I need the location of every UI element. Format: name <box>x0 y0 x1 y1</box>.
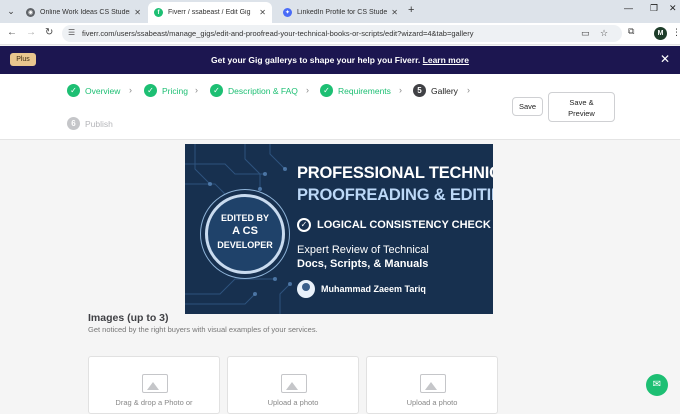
chrome-icon: ◉ <box>26 8 35 17</box>
maximize-icon[interactable]: ❐ <box>650 3 658 14</box>
more-menu-icon[interactable]: ⋮ <box>672 27 680 38</box>
person-icon <box>297 280 315 298</box>
step-gallery[interactable]: 5 Gallery <box>413 84 458 97</box>
tab-label: Fiverr / ssabeast / Edit Gig <box>168 9 251 16</box>
minimize-icon[interactable]: — <box>624 3 633 13</box>
banner-text: Get your Gig gallerys to shape your help… <box>211 55 423 65</box>
drop-zone-label: Upload a photo <box>267 398 319 407</box>
step-label: Gallery <box>431 85 458 96</box>
close-icon[interactable]: ✕ <box>134 8 141 17</box>
badge-line-3: DEVELOPER <box>217 240 273 250</box>
image-placeholder-icon <box>281 374 307 393</box>
close-icon[interactable]: ✕ <box>259 8 266 17</box>
checkmark-icon: ✓ <box>210 84 223 97</box>
new-tab-icon[interactable]: + <box>408 4 414 16</box>
checkmark-icon: ✓ <box>320 84 333 97</box>
gig-image-expert-2: Docs, Scripts, & Manuals <box>297 258 429 270</box>
image-drop-zone-3[interactable]: Upload a photo <box>366 356 498 414</box>
step-label: Publish <box>85 118 113 129</box>
edited-by-badge: EDITED BY A CS DEVELOPER <box>205 194 285 274</box>
chevron-right-icon: › <box>195 85 198 95</box>
step-label: Pricing <box>162 85 188 96</box>
window-close-icon[interactable]: ✕ <box>669 3 677 14</box>
site-settings-icon[interactable]: ☰ <box>68 28 75 37</box>
gig-cover-image[interactable]: EDITED BY A CS DEVELOPER PROFESSIONAL TE… <box>185 144 493 314</box>
image-placeholder-icon <box>142 374 168 393</box>
step-label: Description & FAQ <box>228 85 298 96</box>
step-number: 5 <box>413 84 426 97</box>
check-circle-icon: ✓ <box>297 218 311 232</box>
forward-icon[interactable]: → <box>26 27 36 38</box>
back-icon[interactable]: ← <box>7 27 17 38</box>
checkmark-icon: ✓ <box>67 84 80 97</box>
browser-tab-strip: ⌄ ◉ Online Work Ideas CS Student ✕ f Fiv… <box>0 0 680 23</box>
sparkle-icon: ✦ <box>283 8 292 17</box>
step-overview[interactable]: ✓ Overview <box>67 84 120 97</box>
chevron-right-icon: › <box>399 85 402 95</box>
bookmark-star-icon[interactable]: ☆ <box>600 28 608 39</box>
gig-image-check-line: LOGICAL CONSISTENCY CHECK <box>317 219 491 231</box>
step-number: 6 <box>67 117 80 130</box>
url-text: fiverr.com/users/ssabeast/manage_gigs/ed… <box>82 29 474 38</box>
extensions-icon[interactable]: ⧉ <box>628 26 634 37</box>
image-drop-zone-1[interactable]: Drag & drop a Photo or <box>88 356 220 414</box>
image-drop-zone-2[interactable]: Upload a photo <box>227 356 359 414</box>
gig-image-author: Muhammad Zaeem Tariq <box>321 284 426 294</box>
drop-zone-label: Upload a photo <box>406 398 458 407</box>
step-label: Requirements <box>338 85 391 96</box>
gig-wizard-header: ✓ Overview › ✓ Pricing › ✓ Description &… <box>0 74 680 140</box>
checkmark-icon: ✓ <box>144 84 157 97</box>
badge-line-2: A CS <box>232 225 258 237</box>
badge-line-1: EDITED BY <box>220 213 269 223</box>
chevron-right-icon: › <box>306 85 309 95</box>
image-placeholder-icon <box>420 374 446 393</box>
preview-label-line2: Preview <box>568 109 595 118</box>
learn-more-link[interactable]: Learn more <box>423 55 469 65</box>
avatar[interactable]: M <box>654 27 667 40</box>
save-button[interactable]: Save <box>512 97 543 116</box>
images-section-title: Images (up to 3) <box>88 312 169 324</box>
browser-tab-3[interactable]: ✦ LinkedIn Profile for CS Student ✕ <box>277 2 404 23</box>
tab-label: LinkedIn Profile for CS Student <box>297 9 388 16</box>
reload-icon[interactable]: ↻ <box>45 27 53 38</box>
close-icon[interactable]: ✕ <box>660 52 670 66</box>
step-label: Overview <box>85 85 121 96</box>
fiverr-icon: f <box>154 8 163 17</box>
browser-toolbar: ← → ↻ ☰ fiverr.com/users/ssabeast/manage… <box>0 23 680 45</box>
images-section-subtitle: Get noticed by the right buyers with vis… <box>88 325 318 334</box>
browser-tab-1[interactable]: ◉ Online Work Ideas CS Student ✕ <box>20 2 147 23</box>
tab-label: Online Work Ideas CS Student <box>40 9 131 16</box>
chevron-right-icon: › <box>129 85 132 95</box>
step-description-faq[interactable]: ✓ Description & FAQ <box>210 84 298 97</box>
tab-search-icon[interactable]: ⌄ <box>4 4 18 18</box>
browser-tab-2[interactable]: f Fiverr / ssabeast / Edit Gig ✕ <box>148 2 272 23</box>
gig-image-expert-1: Expert Review of Technical <box>297 244 429 256</box>
promo-banner: Plus Get your Gig gallerys to shape your… <box>0 46 680 74</box>
preview-label-line1: Save & <box>569 98 594 107</box>
chat-bubble-icon[interactable]: ✉ <box>646 374 668 396</box>
step-pricing[interactable]: ✓ Pricing <box>144 84 188 97</box>
cast-icon[interactable]: ▭ <box>581 28 590 39</box>
gig-image-title-2: PROOFREADING & EDITING <box>297 186 493 204</box>
step-requirements[interactable]: ✓ Requirements <box>320 84 391 97</box>
address-bar[interactable]: ☰ fiverr.com/users/ssabeast/manage_gigs/… <box>62 25 622 42</box>
gig-image-title-1: PROFESSIONAL TECHNICAL <box>297 164 493 182</box>
banner-message: Get your Gig gallerys to shape your help… <box>0 55 680 65</box>
save-and-preview-button[interactable]: Save & Preview <box>548 92 615 122</box>
drop-zone-label: Drag & drop a Photo or <box>115 398 193 407</box>
chevron-right-icon: › <box>467 85 470 95</box>
close-icon[interactable]: ✕ <box>391 8 398 17</box>
step-publish[interactable]: 6 Publish <box>67 117 113 130</box>
